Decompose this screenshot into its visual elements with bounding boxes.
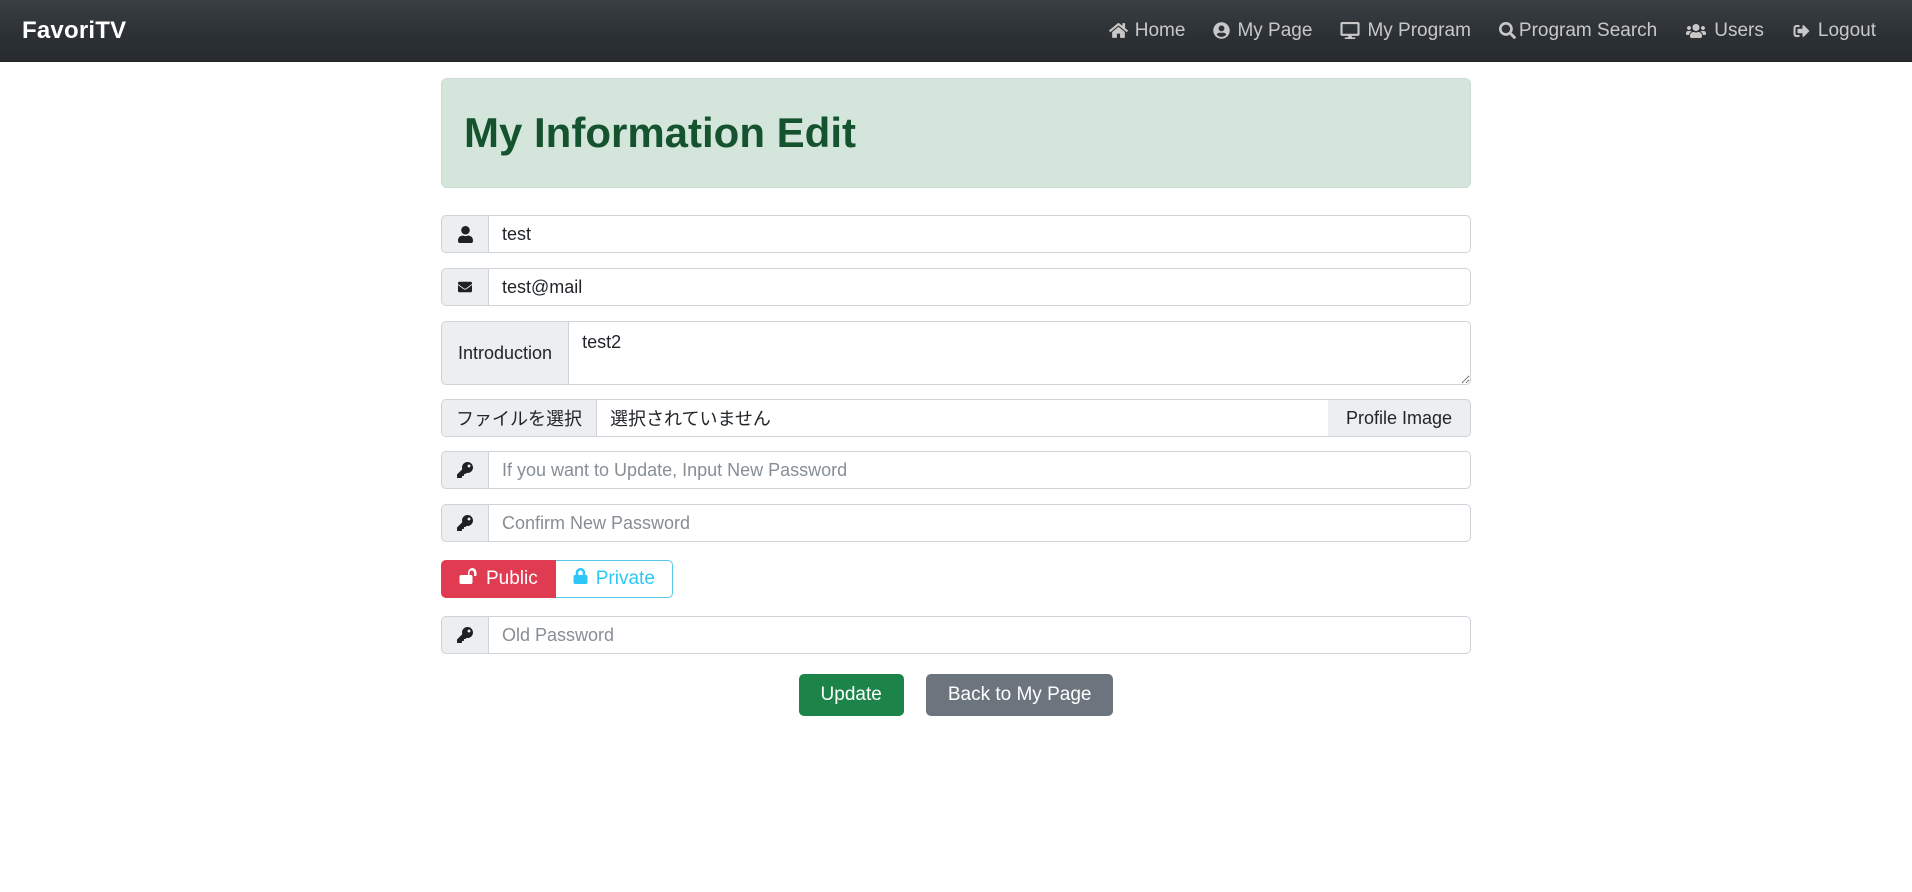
profile-image-field-group: ファイルを選択 選択されていません Profile Image [441,399,1471,437]
key-icon [441,451,488,489]
nav-label-my-program: My Program [1367,19,1471,41]
users-icon [1685,23,1707,39]
desktop-icon [1340,22,1360,39]
brand-logo[interactable]: FavoriTV [18,17,126,45]
visibility-toggle-group: Public Private [441,560,673,598]
name-input[interactable] [488,215,1471,253]
nav-label-users: Users [1714,19,1764,41]
email-input[interactable] [488,268,1471,306]
update-button[interactable]: Update [798,674,904,716]
nav-label-home: Home [1134,19,1186,41]
key-icon [441,616,488,654]
choose-file-button[interactable]: ファイルを選択 [442,400,597,436]
page-header-panel: My Information Edit [441,78,1471,188]
nav-label-program-search: Program Search [1518,19,1658,41]
nav-item-users[interactable]: Users [1671,14,1778,48]
home-icon [1108,22,1128,39]
nav-item-my-program[interactable]: My Program [1326,14,1484,48]
search-icon [1498,22,1516,39]
user-icon [441,215,488,253]
name-field-group [441,215,1471,253]
public-toggle-button[interactable]: Public [441,560,556,598]
introduction-field-group: Introduction [441,321,1471,385]
confirm-password-input[interactable] [488,504,1471,542]
user-circle-icon [1213,22,1231,39]
old-password-field-group [441,616,1471,654]
old-password-input[interactable] [488,616,1471,654]
nav-links: Home My Page My Program Program Search U [1095,14,1890,48]
public-toggle-label: Public [486,568,538,589]
page-title: My Information Edit [464,109,856,156]
new-password-field-group [441,451,1471,489]
file-status-text: 選択されていません [610,409,771,429]
logout-icon [1792,23,1811,39]
top-navbar: FavoriTV Home My Page My Program Program [0,0,1912,62]
email-field-group [441,268,1471,306]
private-toggle-label: Private [595,568,655,589]
form-container: My Information Edit Introduction ファイルを選択 [441,78,1471,716]
private-toggle-button[interactable]: Private [555,560,673,598]
back-to-my-page-button[interactable]: Back to My Page [925,674,1114,716]
profile-image-label: Profile Image [1327,399,1471,437]
confirm-password-field-group [441,504,1471,542]
introduction-label: Introduction [441,321,569,385]
key-icon [441,504,488,542]
file-input-wrapper[interactable]: ファイルを選択 選択されていません [441,399,1328,437]
nav-item-home[interactable]: Home [1095,14,1200,48]
nav-label-logout: Logout [1817,19,1876,41]
unlock-icon [459,568,478,590]
nav-label-my-page: My Page [1237,19,1313,41]
page-body: My Information Edit Introduction ファイルを選択 [0,62,1912,716]
new-password-input[interactable] [488,451,1471,489]
envelope-icon [441,268,488,306]
nav-item-logout[interactable]: Logout [1778,14,1890,48]
introduction-textarea[interactable] [568,321,1471,385]
lock-icon [573,568,588,590]
form-actions: Update Back to My Page [441,674,1471,716]
nav-item-my-page[interactable]: My Page [1199,14,1326,48]
nav-item-program-search[interactable]: Program Search [1485,14,1671,48]
